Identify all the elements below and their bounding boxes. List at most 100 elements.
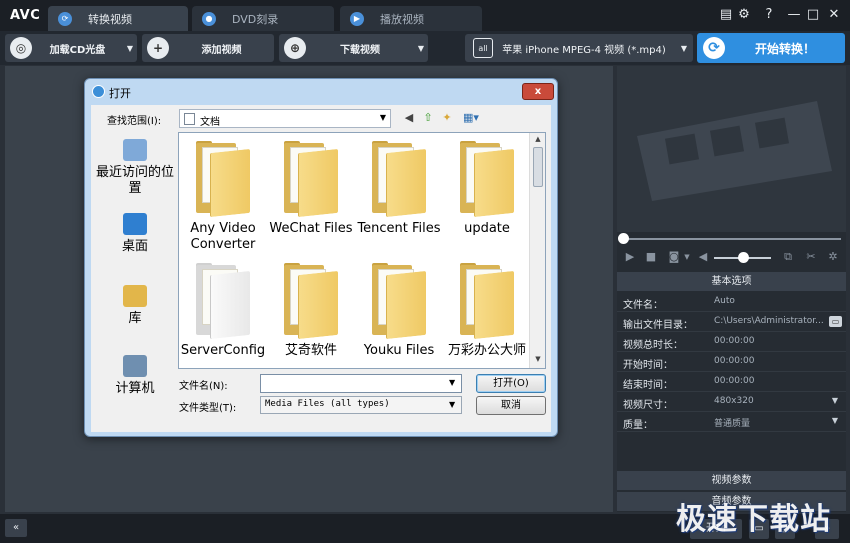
place-libraries[interactable]: 库: [95, 285, 175, 327]
file-item[interactable]: Any Video Converter: [179, 141, 267, 253]
add-video-button[interactable]: + 添加视频: [142, 34, 274, 62]
load-cd-label: 加载CD光盘: [49, 44, 106, 56]
file-name: 艾奇软件: [284, 343, 337, 358]
scroll-up-icon[interactable]: ▲: [533, 135, 543, 145]
gear-icon[interactable]: ⚙: [736, 7, 752, 23]
desktop-icon: [123, 213, 147, 235]
chevron-down-icon[interactable]: ▼: [680, 250, 694, 264]
computer-icon: [123, 355, 147, 377]
chevron-down-icon[interactable]: ▼: [123, 44, 137, 53]
snapshot-icon[interactable]: ◙: [667, 250, 681, 264]
place-desktop[interactable]: 桌面: [95, 213, 175, 255]
chevron-down-icon[interactable]: ▼: [675, 44, 693, 53]
up-folder-icon[interactable]: ⇧: [421, 111, 435, 125]
prop-key: 输出文件目录：: [623, 320, 693, 331]
chevron-down-icon[interactable]: ▼: [832, 396, 838, 405]
filetype-select[interactable]: Media Files (all types): [260, 396, 462, 414]
new-folder-icon[interactable]: ✦: [440, 111, 454, 125]
prop-row-end-time[interactable]: 结束时间： 00:00:00: [617, 372, 846, 392]
tab-play-video[interactable]: ▶ 播放视频: [340, 6, 482, 31]
chevron-down-icon[interactable]: ▼: [380, 113, 386, 122]
dialog-close-button[interactable]: x: [522, 83, 554, 100]
back-icon[interactable]: ◀: [402, 111, 416, 125]
dialog-title: 打开: [109, 87, 131, 100]
close-icon[interactable]: ✕: [826, 7, 842, 23]
place-label: 最近访问的位置: [95, 165, 174, 196]
prop-value: Auto: [714, 296, 735, 306]
file-item[interactable]: WeChat Files: [267, 141, 355, 237]
load-cd-button[interactable]: ◎ 加载CD光盘 ▼: [5, 34, 137, 62]
file-item[interactable]: Tencent Files: [355, 141, 443, 237]
document-icon: [184, 113, 195, 125]
file-list[interactable]: Any Video Converter WeChat Files Tencent…: [178, 132, 546, 369]
cancel-button[interactable]: 取消: [476, 396, 546, 415]
folder-icon[interactable]: ▭: [829, 316, 842, 327]
place-label: 计算机: [115, 381, 155, 396]
dialog-title-bar[interactable]: 打开 x: [85, 79, 557, 105]
file-name: WeChat Files: [269, 221, 353, 236]
prop-key: 质量：: [623, 420, 653, 431]
collapse-button[interactable]: «: [5, 519, 27, 537]
maximize-icon[interactable]: □: [805, 7, 821, 23]
prop-row-duration: 视频总时长： 00:00:00: [617, 332, 846, 352]
scissors-icon[interactable]: ✂: [804, 250, 818, 264]
prop-row-quality[interactable]: 质量： 普通质量 ▼: [617, 412, 846, 432]
menu-icon[interactable]: ▤: [718, 7, 734, 23]
file-name: Tencent Files: [357, 221, 441, 236]
folder-icon: [194, 141, 252, 218]
film-add-icon: +: [147, 37, 169, 59]
look-in-combo[interactable]: 文档 ▼: [179, 109, 391, 128]
tab-dvd-burn[interactable]: ● DVD刻录: [192, 6, 334, 31]
tab-convert-video[interactable]: ⟳ 转换视频: [48, 6, 188, 31]
prop-row-output-dir[interactable]: 输出文件目录： C:\Users\Administrator... ▭: [617, 312, 846, 332]
file-item[interactable]: 艾奇软件: [267, 263, 355, 359]
open-button[interactable]: 打开(O): [476, 374, 546, 393]
add-video-label: 添加视频: [201, 44, 242, 56]
copy-icon[interactable]: ⧉: [781, 250, 795, 264]
start-convert-button[interactable]: ⟳ 开始转换！: [697, 33, 845, 63]
seek-bar[interactable]: [617, 232, 846, 246]
prop-row-filename[interactable]: 文件名： Auto: [617, 292, 846, 312]
look-in-label: 查找范围(I):: [107, 116, 162, 127]
file-item[interactable]: Youku Files: [355, 263, 443, 359]
file-name: update: [464, 221, 510, 236]
view-menu-icon[interactable]: ▦▾: [459, 111, 483, 125]
chevron-down-icon[interactable]: ▼: [449, 400, 455, 409]
volume-icon[interactable]: ◀: [696, 250, 710, 264]
tab-label: 播放视频: [380, 12, 424, 26]
place-recent[interactable]: 最近访问的位置: [95, 139, 175, 197]
chevron-down-icon[interactable]: ▼: [449, 378, 455, 387]
chevron-down-icon[interactable]: ▼: [832, 416, 838, 425]
seek-handle[interactable]: [618, 233, 629, 244]
minimize-icon[interactable]: —: [786, 7, 802, 23]
dialog-body: 查找范围(I): 文档 ▼ ◀ ⇧ ✦ ▦▾ 最近访问的位置 桌面 库 计算机 …: [91, 105, 551, 432]
volume-handle[interactable]: [738, 252, 749, 263]
file-list-scrollbar[interactable]: ▲ ▼: [529, 133, 545, 368]
file-item[interactable]: update: [443, 141, 531, 237]
places-bar: 最近访问的位置 桌面 库 计算机: [95, 133, 175, 425]
place-computer[interactable]: 计算机: [95, 355, 175, 397]
play-icon: ▶: [350, 11, 364, 26]
refresh-icon: ⟳: [58, 11, 72, 26]
scroll-thumb[interactable]: [533, 147, 543, 187]
help-icon[interactable]: ?: [761, 7, 777, 23]
output-profile-select[interactable]: all 苹果 iPhone MPEG-4 视频 (*.mp4) ▼: [465, 34, 693, 62]
scroll-down-icon[interactable]: ▼: [533, 355, 543, 365]
play-icon[interactable]: ▶: [623, 250, 637, 264]
prop-row-start-time[interactable]: 开始时间： 00:00:00: [617, 352, 846, 372]
prop-value: 00:00:00: [714, 376, 755, 386]
chevron-down-icon[interactable]: ▼: [414, 44, 428, 53]
stop-icon[interactable]: ■: [644, 250, 658, 264]
effects-icon[interactable]: ✲: [826, 250, 840, 264]
disc-icon: ◎: [10, 37, 32, 59]
prop-row-video-size[interactable]: 视频尺寸： 480x320 ▼: [617, 392, 846, 412]
document-icon: [194, 263, 252, 340]
file-item[interactable]: ServerConfig: [179, 263, 267, 359]
look-in-value: 文档: [200, 117, 220, 128]
video-params-header[interactable]: 视频参数: [617, 471, 846, 490]
download-video-button[interactable]: ⊕ 下载视频 ▼: [279, 34, 428, 62]
open-file-dialog: 打开 x 查找范围(I): 文档 ▼ ◀ ⇧ ✦ ▦▾ 最近访问的位置 桌面 库: [84, 78, 558, 437]
filename-input[interactable]: [260, 374, 462, 393]
file-item[interactable]: 万彩办公大师: [443, 263, 531, 359]
file-name: ServerConfig: [180, 343, 266, 358]
